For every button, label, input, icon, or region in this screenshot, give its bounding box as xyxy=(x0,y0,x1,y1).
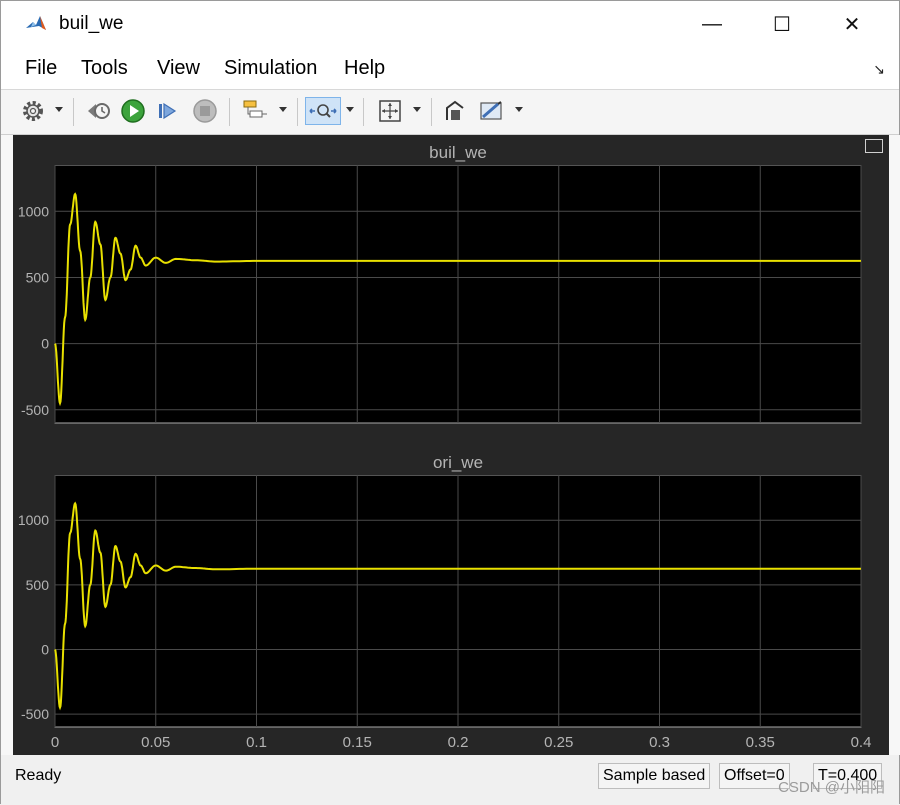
y-tick-label: 1000 xyxy=(18,512,49,528)
y-tick-label: 0 xyxy=(41,641,49,657)
step-back-icon xyxy=(88,103,110,119)
title-bar: buil_we — ☐ ✕ xyxy=(1,1,899,47)
settings-dropdown-icon[interactable] xyxy=(55,107,63,112)
y-tick-label: 0 xyxy=(41,336,49,352)
y-tick-label: 500 xyxy=(26,577,50,593)
x-tick-label: 0.15 xyxy=(343,734,372,751)
y-tick-label: 500 xyxy=(26,269,50,285)
step-forward-button[interactable] xyxy=(153,97,181,125)
write-data-icon xyxy=(446,100,464,120)
x-tick-label: 0 xyxy=(51,734,59,751)
x-tick-label: 0.3 xyxy=(649,734,670,751)
toolbar xyxy=(1,89,899,135)
status-sample-based: Sample based xyxy=(598,763,711,789)
style-dropdown-icon[interactable] xyxy=(515,107,523,112)
run-button[interactable] xyxy=(119,97,147,125)
fit-dropdown-icon[interactable] xyxy=(413,107,421,112)
maximize-icon: ☐ xyxy=(773,13,791,36)
menu-help[interactable]: Help xyxy=(344,57,385,80)
zoom-button[interactable] xyxy=(305,97,341,125)
stop-button[interactable] xyxy=(191,97,219,125)
background-model-right xyxy=(889,135,900,755)
menu-view[interactable]: View xyxy=(157,57,200,80)
plot-axes-top[interactable]: -500 0 500 1000 xyxy=(13,165,889,465)
style-button[interactable] xyxy=(477,97,507,125)
highlight-button[interactable] xyxy=(241,97,271,125)
highlight-dropdown-icon[interactable] xyxy=(279,107,287,112)
status-bar: Ready Sample based Offset=0 T=0.400 CSDN… xyxy=(1,757,899,805)
x-tick-label: 0.1 xyxy=(246,734,267,751)
run-icon xyxy=(121,99,145,123)
background-model-left xyxy=(1,135,13,755)
y-tick-label: -500 xyxy=(21,706,49,722)
toolstrip-expand-icon[interactable]: ↘ xyxy=(873,61,885,78)
close-button[interactable]: ✕ xyxy=(827,7,877,41)
menu-simulation[interactable]: Simulation xyxy=(224,57,317,80)
x-tick-label: 0.2 xyxy=(448,734,469,751)
style-icon xyxy=(480,101,502,120)
x-tick-label: 0.05 xyxy=(141,734,170,751)
write-data-button[interactable] xyxy=(441,97,469,125)
window-title: buil_we xyxy=(59,13,124,34)
zoom-dropdown-icon[interactable] xyxy=(346,107,354,112)
menu-tools[interactable]: Tools xyxy=(81,57,128,80)
minimize-icon: — xyxy=(702,12,722,35)
plot-title-top: buil_we xyxy=(429,143,487,162)
step-forward-icon xyxy=(159,102,177,120)
plot-axes-bottom[interactable]: -500050010000 0.05 0.1 0.15 0.2 0.25 0.3 0.35 0.… xyxy=(13,475,889,757)
settings-button[interactable] xyxy=(19,97,47,125)
menu-file[interactable]: File xyxy=(25,57,57,80)
close-icon: ✕ xyxy=(843,13,861,36)
toolbar-separator xyxy=(431,98,432,126)
maximize-button[interactable]: ☐ xyxy=(757,7,807,41)
undock-icon[interactable] xyxy=(865,139,883,153)
plot-title-bottom: ori_we xyxy=(432,453,484,472)
x-tick-label: 0.35 xyxy=(746,734,775,751)
matlab-logo-icon xyxy=(25,13,47,35)
x-tick-label: 0.4 xyxy=(851,734,872,751)
gear-icon xyxy=(23,101,43,121)
step-back-button[interactable] xyxy=(85,97,113,125)
stop-icon xyxy=(193,99,217,123)
watermark: CSDN @小阳阳 xyxy=(778,779,885,796)
scope-display: buil_we -500 0 500 1000 ori_we -500 0 500 1000… xyxy=(13,135,889,755)
menu-bar: File Tools View Simulation Help ↘ xyxy=(1,47,899,89)
fit-button[interactable] xyxy=(375,97,405,125)
y-tick-label: -500 xyxy=(21,402,49,418)
y-tick-label: 1000 xyxy=(18,203,49,219)
toolbar-separator xyxy=(229,98,230,126)
toolbar-separator xyxy=(297,98,298,126)
highlight-icon xyxy=(243,100,267,118)
toolbar-separator xyxy=(363,98,364,126)
status-ready: Ready xyxy=(15,767,62,784)
minimize-button[interactable]: — xyxy=(687,7,737,41)
toolbar-separator xyxy=(73,98,74,126)
scope-window: buil_we — ☐ ✕ File Tools View Simulation… xyxy=(0,0,900,805)
zoom-icon xyxy=(309,104,337,118)
fit-icon xyxy=(379,100,401,122)
x-tick-label: 0.25 xyxy=(544,734,573,751)
